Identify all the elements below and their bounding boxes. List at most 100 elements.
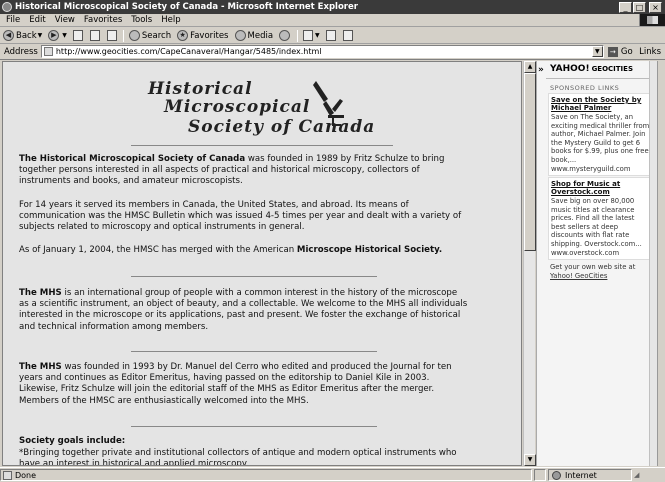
mhs-name: Microscope Historical Society. bbox=[296, 245, 443, 255]
back-arrow-icon: ◀ bbox=[3, 30, 14, 41]
forward-button[interactable]: ▶ ▼ bbox=[45, 29, 70, 43]
sponsored-ad[interactable]: Save on the Society by Michael Palmer Sa… bbox=[548, 93, 654, 177]
menu-help[interactable]: Help bbox=[157, 15, 185, 25]
go-label: Go bbox=[620, 46, 633, 57]
sponsored-ad[interactable]: Shop for Music at Overstock.com Save big… bbox=[548, 177, 654, 261]
minimize-button[interactable]: _ bbox=[619, 1, 632, 13]
menu-view[interactable]: View bbox=[51, 15, 80, 25]
status-cell: Done bbox=[0, 469, 532, 481]
address-url[interactable]: http://www.geocities.com/CapeCanaveral/H… bbox=[56, 47, 592, 56]
ad-headline[interactable]: Shop for Music at Overstock.com bbox=[551, 180, 651, 196]
status-text: Done bbox=[15, 470, 37, 480]
address-bar: Address http://www.geocities.com/CapeCan… bbox=[0, 44, 665, 60]
collapse-chevron-icon[interactable]: » bbox=[538, 65, 544, 75]
print-button[interactable] bbox=[323, 29, 340, 43]
menu-file[interactable]: File bbox=[0, 15, 25, 25]
refresh-button[interactable] bbox=[87, 29, 104, 43]
goals-text: *Bringing together private and instituti… bbox=[19, 448, 457, 466]
home-button[interactable] bbox=[104, 29, 121, 43]
toolbar: ◀ Back ▼ ▶ ▼ Search ★ Favorites Media ▼ bbox=[0, 28, 665, 44]
address-dropdown-icon[interactable]: ▼ bbox=[591, 46, 603, 57]
search-button[interactable]: Search bbox=[126, 29, 174, 43]
back-dropdown-icon[interactable]: ▼ bbox=[38, 32, 43, 39]
address-label: Address bbox=[4, 46, 38, 57]
yahoo-geocities-link[interactable]: Yahoo! GeoCities bbox=[550, 272, 607, 280]
sidebar-scrollbar[interactable] bbox=[649, 61, 657, 466]
microscope-icon bbox=[313, 81, 344, 126]
title-bar: Historical Microscopical Society of Cana… bbox=[0, 0, 665, 14]
ad-body: Save on The Society, an exciting medical… bbox=[551, 113, 650, 173]
merger-paragraph: As of January 1, 2004, the HMSC has merg… bbox=[19, 245, 469, 256]
back-button[interactable]: ◀ Back ▼ bbox=[0, 29, 45, 43]
maximize-button[interactable]: □ bbox=[633, 1, 646, 13]
media-icon bbox=[234, 30, 246, 41]
resize-grip-icon[interactable]: ◢ bbox=[634, 469, 644, 481]
favorites-button[interactable]: ★ Favorites bbox=[174, 29, 231, 43]
window-edge bbox=[657, 61, 665, 466]
forward-dropdown-icon[interactable]: ▼ bbox=[62, 32, 67, 39]
mail-icon bbox=[303, 30, 314, 41]
toolbar-separator bbox=[297, 29, 299, 42]
divider-rule bbox=[131, 351, 377, 352]
ad-body: Save big on over 80,000 music titles at … bbox=[551, 197, 642, 257]
ad-headline[interactable]: Save on the Society by Michael Palmer bbox=[551, 96, 651, 112]
scroll-up-icon[interactable]: ▲ bbox=[524, 61, 536, 73]
back-label: Back bbox=[16, 30, 37, 41]
society-name: The Historical Microscopical Society of … bbox=[19, 154, 246, 164]
windows-logo-icon bbox=[639, 14, 665, 26]
search-icon bbox=[128, 30, 140, 41]
scroll-down-icon[interactable]: ▼ bbox=[524, 454, 536, 466]
menu-favorites[interactable]: Favorites bbox=[80, 15, 127, 25]
mhs-label: The MHS bbox=[19, 362, 62, 372]
security-zone: Internet bbox=[548, 469, 632, 481]
divider-rule bbox=[131, 276, 377, 277]
get-own-site-label: Get your own web site at bbox=[550, 263, 636, 271]
yahoo-logo: YAHOO! bbox=[550, 64, 590, 74]
mhs-text: is an international group of people with… bbox=[19, 288, 468, 332]
get-own-site-text: Get your own web site at Yahoo! GeoCitie… bbox=[550, 263, 654, 280]
founding-text: was founded in 1993 by Dr. Manuel del Ce… bbox=[19, 362, 452, 406]
geocities-label: GEOCITIES bbox=[591, 65, 633, 73]
mail-button[interactable]: ▼ bbox=[300, 29, 323, 43]
scrollbar-thumb[interactable] bbox=[524, 73, 536, 251]
go-button[interactable]: → Go bbox=[607, 46, 633, 57]
menu-tools[interactable]: Tools bbox=[127, 15, 157, 25]
mail-dropdown-icon[interactable]: ▼ bbox=[315, 32, 320, 39]
page-icon bbox=[43, 47, 53, 56]
menu-edit[interactable]: Edit bbox=[25, 15, 50, 25]
mhs-paragraph: The MHS is an international group of peo… bbox=[19, 288, 469, 333]
logo-line-2: Microscopical bbox=[164, 97, 311, 117]
menu-bar: File Edit View Favorites Tools Help bbox=[0, 14, 665, 27]
go-arrow-icon: → bbox=[607, 46, 618, 57]
links-button[interactable]: Links bbox=[639, 47, 665, 57]
media-button[interactable]: Media bbox=[232, 29, 277, 43]
globe-icon bbox=[552, 470, 561, 480]
print-icon bbox=[325, 30, 336, 41]
sidebar-divider bbox=[546, 78, 654, 79]
yahoo-geocities-logo[interactable]: YAHOO! GEOCITIES bbox=[550, 64, 633, 74]
sponsored-links-label: SPONSORED LINKS bbox=[550, 84, 620, 92]
merger-text: As of January 1, 2004, the HMSC has merg… bbox=[19, 245, 297, 255]
status-blank-cell bbox=[534, 469, 546, 481]
favorites-label: Favorites bbox=[190, 30, 229, 41]
divider-rule bbox=[131, 426, 377, 427]
edit-icon bbox=[342, 30, 353, 41]
intro-paragraph: The Historical Microscopical Society of … bbox=[19, 154, 469, 188]
address-input[interactable]: http://www.geocities.com/CapeCanaveral/H… bbox=[40, 45, 604, 58]
history-icon bbox=[279, 30, 291, 41]
founding-paragraph: The MHS was founded in 1993 by Dr. Manue… bbox=[19, 362, 469, 407]
forward-arrow-icon: ▶ bbox=[48, 30, 60, 41]
toolbar-separator bbox=[122, 29, 124, 42]
window-title: Historical Microscopical Society of Cana… bbox=[15, 2, 358, 12]
close-button[interactable]: × bbox=[649, 1, 662, 13]
edit-button[interactable] bbox=[340, 29, 357, 43]
divider-rule bbox=[131, 145, 393, 146]
page-done-icon bbox=[3, 470, 12, 480]
logo-line-1: Historical bbox=[148, 79, 253, 99]
stop-icon bbox=[72, 30, 83, 41]
ie-logo-icon bbox=[2, 2, 12, 12]
status-bar: Done Internet ◢ bbox=[0, 467, 665, 482]
stop-button[interactable] bbox=[70, 29, 87, 43]
page-scrollbar[interactable]: ▲ ▼ bbox=[523, 61, 536, 466]
history-button[interactable] bbox=[276, 29, 295, 43]
